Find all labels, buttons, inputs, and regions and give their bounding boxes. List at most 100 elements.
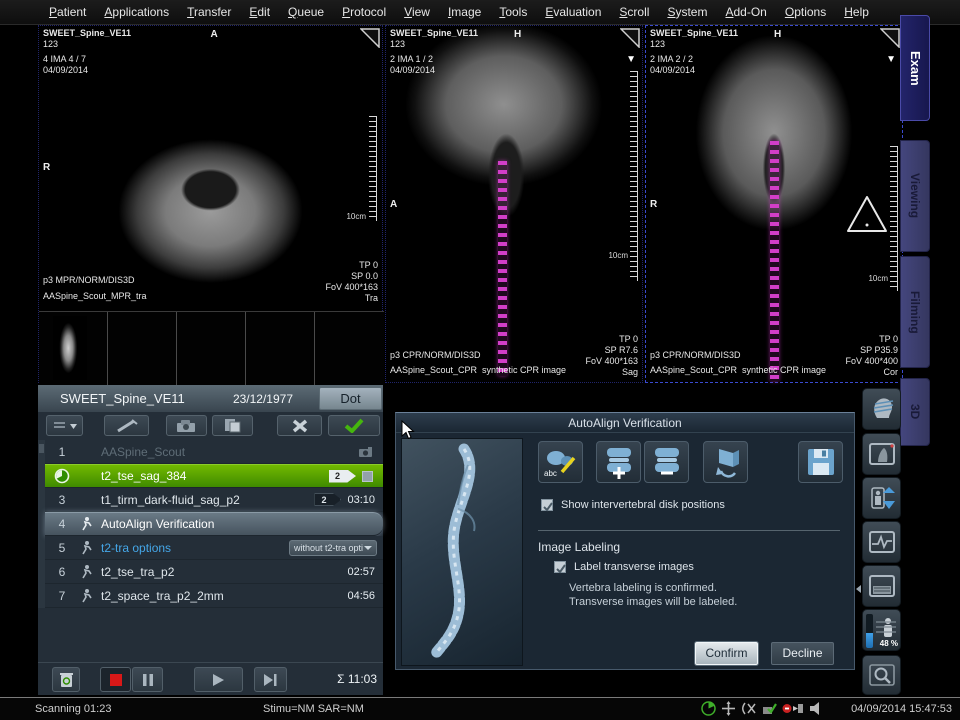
tab-3d[interactable]: 3D [900, 378, 930, 446]
step-row-t2-space-tra[interactable]: 7 t2_space_tra_p2_2mm 04:56 [45, 584, 383, 608]
tab-3d-label: 3D [901, 379, 929, 445]
panel1-proc: p3 MPR/NORM/DIS3D [43, 275, 147, 286]
image-panel-axial[interactable]: SWEET_Spine_VE11 123 4 IMA 4 / 7 04/09/2… [38, 25, 383, 383]
menu-item-tools[interactable]: Tools [490, 5, 536, 19]
thumbnail-1[interactable] [39, 312, 108, 385]
step-row-t1-tirm-dark-fluid[interactable]: 3 t1_tirm_dark-fluid_sag_p2 2 03:10 [45, 488, 383, 512]
edit-labels-button[interactable]: abc [538, 441, 583, 483]
panel2-geom-block: TP 0 SP R7.6 FoV 400*163 Sag [585, 334, 638, 378]
layout-settings-button[interactable] [862, 565, 901, 607]
tab-exam[interactable]: Exam [900, 15, 930, 121]
remove-vertebra-button[interactable] [644, 441, 689, 483]
step-row-autoalign-verification[interactable]: 4 AutoAlign Verification [45, 512, 383, 536]
menu-item-view[interactable]: View [395, 5, 439, 19]
corner-marker-icon[interactable] [880, 28, 900, 48]
spine-label-markers [770, 141, 779, 381]
mri-image-sagittal[interactable] [386, 26, 642, 382]
menu-item-edit[interactable]: Edit [240, 5, 279, 19]
menu-item-help[interactable]: Help [835, 5, 878, 19]
thumbnail-2[interactable] [108, 312, 177, 385]
tab-filming[interactable]: Filming [900, 256, 930, 368]
undo-button[interactable] [703, 441, 748, 483]
panel1-series: AASpine_Scout_MPR_tra [43, 291, 147, 302]
step-row-t2-tse-tra[interactable]: 6 t2_tse_tra_p2 02:57 [45, 560, 383, 584]
menu-item-image[interactable]: Image [439, 5, 490, 19]
step-number: 6 [45, 565, 79, 579]
folder-camera-icon [176, 419, 198, 433]
apply-step-button[interactable] [328, 415, 380, 436]
datetime: 04/09/2014 15:47:53 [851, 703, 952, 715]
dot-button[interactable]: Dot [319, 387, 382, 410]
t2-tra-options-dropdown[interactable]: without t2-tra opti [289, 540, 377, 556]
panel1-ima: 4 IMA 4 / 7 [43, 54, 131, 65]
application-window: Patient Applications Transfer Edit Queue… [0, 0, 960, 720]
label-transverse-checkbox[interactable] [554, 561, 566, 573]
stop-square-icon [110, 674, 122, 686]
save-button[interactable] [798, 441, 843, 483]
waveform-icon [869, 531, 895, 553]
panel2-orient-top: H [514, 29, 521, 40]
stop-button[interactable] [100, 667, 131, 692]
pause-button[interactable] [132, 667, 163, 692]
magnify-button[interactable] [862, 655, 901, 695]
abc-label: abc [544, 469, 557, 478]
menu-item-addon[interactable]: Add-On [716, 5, 775, 19]
physio-signal-button[interactable] [862, 521, 901, 563]
step-number: 1 [45, 445, 79, 459]
step-row-t2-tse-sag-384[interactable]: t2_tse_sag_384 2 [45, 464, 383, 488]
corner-marker-icon[interactable] [620, 28, 640, 48]
panel1-fov: FoV 400*163 [325, 282, 378, 293]
steps-scrollbar[interactable] [38, 440, 45, 608]
menu-item-evaluation[interactable]: Evaluation [536, 5, 610, 19]
collapse-arrow-icon[interactable] [856, 585, 861, 593]
step-row-t2-tra-options[interactable]: 5 t2-tra options without t2-tra opti [45, 536, 383, 560]
menu-item-queue[interactable]: Queue [279, 5, 333, 19]
tab-viewing[interactable]: Viewing [900, 140, 930, 252]
menu-item-patient[interactable]: Patient [40, 5, 95, 19]
runner-icon [79, 588, 95, 604]
spine-preview[interactable] [401, 438, 523, 666]
thumbnail-3[interactable] [177, 312, 246, 385]
step-number: 3 [45, 493, 79, 507]
decline-button[interactable]: Decline [771, 642, 834, 665]
skip-button[interactable] [254, 667, 287, 692]
menu-item-scroll[interactable]: Scroll [610, 5, 658, 19]
image-panel-sagittal[interactable]: SWEET_Spine_VE11 123 2 IMA 1 / 2 04/09/2… [385, 25, 643, 383]
exposure-level-button[interactable]: 48 % [862, 609, 901, 651]
cancel-step-button[interactable] [277, 415, 322, 436]
patient-position-button[interactable] [862, 477, 901, 519]
contrast-injector-button[interactable] [104, 415, 149, 436]
panel2-proc-block: p3 CPR/NORM/DIS3D AASpine_Scout_CPR [390, 350, 481, 376]
trash-button[interactable] [52, 667, 80, 692]
scroll-down-icon[interactable]: ▼ [886, 54, 896, 65]
chevron-down-icon [364, 546, 372, 550]
tab-filming-label: Filming [901, 257, 929, 367]
thumbnail-5[interactable] [315, 312, 384, 385]
menu-item-protocol[interactable]: Protocol [333, 5, 395, 19]
show-disks-checkbox[interactable] [541, 499, 553, 511]
play-icon [212, 673, 225, 687]
corner-marker-icon[interactable] [360, 28, 380, 48]
step-checkbox[interactable] [362, 471, 373, 482]
thumbnail-4[interactable] [246, 312, 315, 385]
copy-button[interactable] [212, 415, 253, 436]
menu-item-system[interactable]: System [658, 5, 716, 19]
runner-icon [79, 564, 95, 580]
menu-item-applications[interactable]: Applications [95, 5, 178, 19]
add-vertebra-button[interactable] [596, 441, 641, 483]
image-display-button[interactable] [862, 433, 901, 475]
play-button[interactable] [194, 667, 243, 692]
open-patient-button[interactable] [166, 415, 207, 436]
image-panel-coronal[interactable]: SWEET_Spine_VE11 123 2 IMA 2 / 2 04/09/2… [645, 25, 903, 383]
program-selector-dropdown[interactable] [46, 415, 83, 436]
menu-item-options[interactable]: Options [776, 5, 835, 19]
head-positioning-button[interactable] [862, 388, 901, 430]
step-row-aaspine-scout[interactable]: 1 AASpine_Scout [45, 440, 383, 464]
syringe-icon [116, 419, 138, 433]
scroll-down-icon[interactable]: ▼ [626, 54, 636, 65]
spine-illustration [402, 439, 522, 665]
confirm-button[interactable]: Confirm [695, 642, 758, 665]
menu-item-transfer[interactable]: Transfer [178, 5, 240, 19]
check-icon [555, 563, 567, 575]
panel1-date: 04/09/2014 [43, 65, 131, 76]
